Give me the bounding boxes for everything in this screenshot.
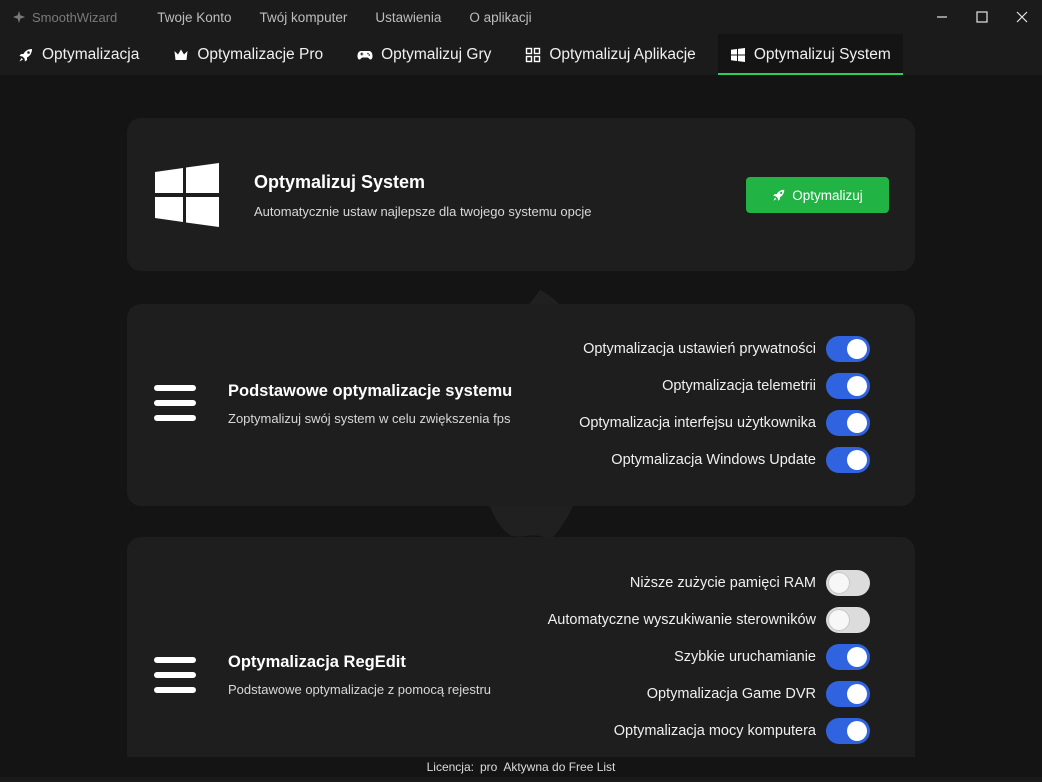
drivers-toggle[interactable]	[826, 607, 870, 633]
regedit-card: Optymalizacja RegEdit Podstawowe optymal…	[127, 537, 915, 757]
window-bottom-edge	[0, 777, 1042, 782]
toggle-row-ui: Optymalizacja interfejsu użytkownika	[579, 410, 870, 436]
toggle-row-windows-update: Optymalizacja Windows Update	[611, 447, 870, 473]
tab-label: Optymalizacje Pro	[197, 45, 324, 63]
wizard-logo-icon	[12, 10, 26, 24]
grid-icon	[526, 47, 541, 62]
title-bar: SmoothWizard Twoje Konto Twój komputer U…	[0, 0, 1042, 34]
window-controls	[922, 0, 1042, 34]
license-label: Licencja:	[426, 760, 474, 774]
basic-optimizations-card: Podstawowe optymalizacje systemu Zoptyma…	[127, 304, 915, 506]
optimize-button[interactable]: Optymalizuj	[746, 177, 889, 213]
tab-optymalizuj-aplikacje[interactable]: Optymalizuj Aplikacje	[513, 34, 707, 75]
windows-icon	[730, 47, 745, 62]
ram-toggle[interactable]	[826, 570, 870, 596]
minimize-button[interactable]	[922, 0, 962, 34]
menu-item-computer[interactable]: Twój komputer	[246, 10, 362, 25]
toggle-row-fast-startup: Szybkie uruchamianie	[674, 644, 870, 670]
tab-bar: Optymalizacja Optymalizacje Pro Optymali…	[0, 34, 1042, 75]
gamepad-icon	[357, 50, 373, 59]
windows-update-toggle[interactable]	[826, 447, 870, 473]
tab-optymalizuj-system[interactable]: Optymalizuj System	[717, 34, 903, 75]
menu-item-settings[interactable]: Ustawienia	[361, 10, 455, 25]
maximize-icon	[976, 11, 988, 23]
game-dvr-toggle[interactable]	[826, 681, 870, 707]
optimize-button-label: Optymalizuj	[792, 187, 863, 203]
menu-lines-icon	[154, 385, 196, 421]
toggle-row-drivers: Automatyczne wyszukiwanie sterowników	[548, 607, 870, 633]
close-button[interactable]	[1002, 0, 1042, 34]
rocket-icon	[19, 48, 32, 61]
rocket-icon	[773, 189, 785, 201]
toggle-label: Optymalizacja Game DVR	[646, 686, 816, 702]
app-title: SmoothWizard	[32, 9, 118, 25]
ui-toggle[interactable]	[826, 410, 870, 436]
tab-label: Optymalizuj Aplikacje	[549, 45, 696, 63]
fast-startup-toggle[interactable]	[826, 644, 870, 670]
card-description: Automatycznie ustaw najlepsze dla twojeg…	[254, 204, 592, 219]
toggle-row-telemetry: Optymalizacja telemetrii	[662, 373, 870, 399]
toggle-label: Optymalizacja Windows Update	[611, 452, 816, 468]
minimize-icon	[937, 16, 947, 18]
card-description: Zoptymalizuj swój system w celu zwiększe…	[228, 411, 511, 426]
windows-logo-icon	[155, 163, 219, 227]
tab-label: Optymalizacja	[42, 45, 140, 63]
app-brand: SmoothWizard	[12, 10, 117, 25]
close-icon	[1016, 11, 1028, 23]
card-title: Podstawowe optymalizacje systemu	[228, 382, 513, 400]
top-menu: Twoje Konto Twój komputer Ustawienia O a…	[143, 10, 545, 25]
card-description: Podstawowe optymalizacje z pomocą rejest…	[228, 682, 492, 697]
toggle-label: Niższe zużycie pamięci RAM	[629, 575, 816, 591]
menu-lines-icon	[154, 657, 196, 693]
crown-icon	[174, 49, 188, 60]
tab-optymalizuj-gry[interactable]: Optymalizuj Gry	[345, 34, 503, 75]
toggle-label: Optymalizacja interfejsu użytkownika	[579, 415, 816, 431]
toggle-label: Optymalizacja telemetrii	[662, 378, 816, 394]
toggle-row-ram: Niższe zużycie pamięci RAM	[630, 570, 870, 596]
toggle-label: Szybkie uruchamianie	[674, 649, 816, 665]
power-toggle[interactable]	[826, 718, 870, 744]
tab-optymalizacja[interactable]: Optymalizacja	[6, 34, 151, 75]
toggle-label: Automatyczne wyszukiwanie sterowników	[547, 612, 816, 628]
tab-label: Optymalizuj Gry	[381, 45, 492, 63]
tab-optymalizacje-pro[interactable]: Optymalizacje Pro	[161, 34, 335, 75]
toggle-row-power: Optymalizacja mocy komputera	[614, 718, 870, 744]
telemetry-toggle[interactable]	[826, 373, 870, 399]
license-value: pro	[479, 760, 498, 774]
maximize-button[interactable]	[962, 0, 1002, 34]
card-title: Optymalizacja RegEdit	[228, 653, 406, 671]
main-content: Optymalizuj System Automatycznie ustaw n…	[0, 75, 1042, 757]
system-optimize-card: Optymalizuj System Automatycznie ustaw n…	[127, 118, 915, 271]
tab-label: Optymalizuj System	[753, 45, 891, 63]
menu-item-account[interactable]: Twoje Konto	[143, 10, 245, 25]
privacy-toggle[interactable]	[826, 336, 870, 362]
toggle-row-game-dvr: Optymalizacja Game DVR	[647, 681, 870, 707]
toggle-row-privacy: Optymalizacja ustawień prywatności	[583, 336, 870, 362]
license-active-text: Aktywna do Free List	[503, 760, 616, 774]
toggle-label: Optymalizacja mocy komputera	[613, 723, 816, 739]
status-bar: Licencja: pro Aktywna do Free List	[0, 757, 1042, 777]
card-title: Optymalizuj System	[254, 172, 426, 192]
toggle-label: Optymalizacja ustawień prywatności	[583, 341, 816, 357]
menu-item-about[interactable]: O aplikacji	[455, 10, 545, 25]
